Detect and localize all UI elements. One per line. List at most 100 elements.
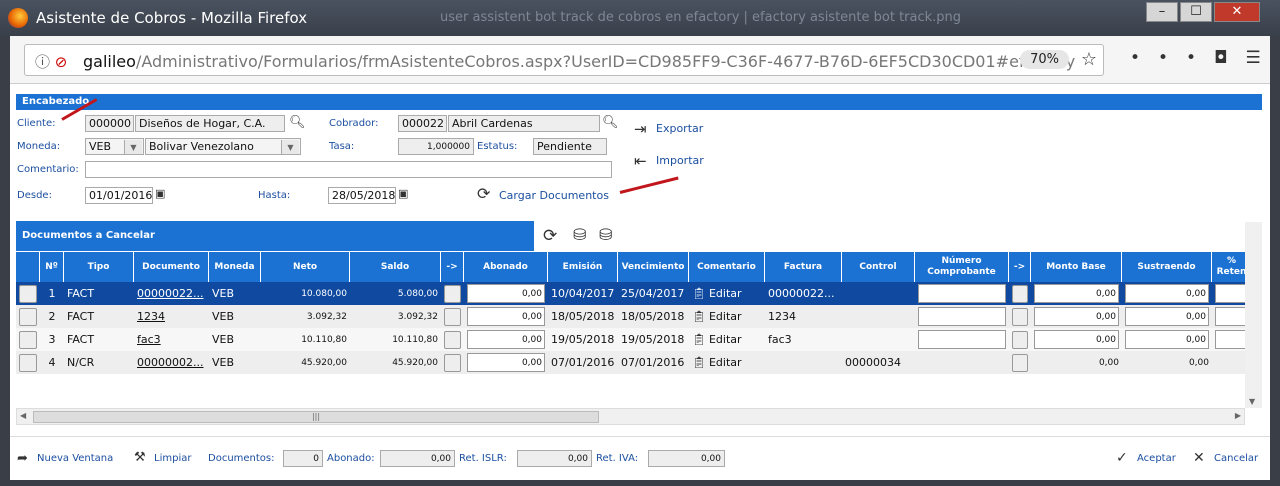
column-header[interactable]: % Reten (1212, 252, 1245, 282)
column-header[interactable]: -> (441, 252, 464, 282)
bookmark-star-icon[interactable]: ☆ (1081, 49, 1097, 70)
column-header[interactable]: Sustraendo (1122, 252, 1212, 282)
column-header[interactable]: Documento (134, 252, 209, 282)
exportar-button[interactable]: Exportar (656, 122, 703, 135)
clipboard-icon[interactable]: 📋︎ (692, 310, 706, 323)
moneda-name-select[interactable]: Bolivar Venezolano ▼ (145, 138, 301, 155)
search-cliente-icon[interactable]: 🔍︎ (289, 115, 306, 130)
aceptar-button[interactable]: Aceptar (1137, 453, 1176, 464)
horizontal-scrollbar[interactable]: ◀ ||| ▶ (16, 408, 1245, 425)
abonado-input[interactable]: 0,00 (467, 284, 545, 303)
clipboard-icon[interactable]: 📋︎ (692, 333, 706, 346)
numero-comprobante-input[interactable] (918, 330, 1006, 349)
vertical-scrollbar[interactable]: ▼ (1245, 222, 1262, 408)
clipboard-icon[interactable]: 📋︎ (692, 356, 706, 369)
more-icon[interactable]: ••• (1130, 48, 1214, 68)
copy-arrow-button[interactable] (1012, 353, 1028, 372)
share-arrow-icon[interactable]: ➦ (17, 451, 28, 466)
copy-arrow-button[interactable] (1012, 330, 1028, 349)
retencion-input[interactable] (1215, 307, 1245, 326)
editar-link[interactable]: Editar (709, 287, 742, 300)
calendar-icon[interactable]: ▣ (398, 187, 408, 200)
nueva-ventana-button[interactable]: Nueva Ventana (37, 453, 113, 464)
table-row[interactable]: 3 FACT fac3 VEB 10.110,80 10.110,80 0,00 19/05/… (16, 328, 1245, 351)
close-x-icon[interactable]: ✕ (1193, 450, 1205, 466)
retencion-input[interactable] (1215, 284, 1245, 303)
moneda-code-select[interactable]: VEB ▼ (85, 138, 144, 155)
search-cobrador-icon[interactable]: 🔍︎ (602, 115, 619, 130)
column-header[interactable]: Factura (765, 252, 842, 282)
row-select-checkbox[interactable] (19, 330, 37, 349)
cobrador-name-field[interactable]: Abril Cardenas (448, 115, 600, 132)
copy-arrow-button[interactable] (444, 330, 461, 349)
pocket-icon[interactable]: ◘ (1214, 48, 1245, 68)
menu-icon[interactable]: ☰ (1246, 48, 1279, 68)
minimize-button[interactable]: – (1146, 2, 1178, 22)
editar-link[interactable]: Editar (709, 356, 742, 369)
clipboard-icon[interactable]: 📋︎ (692, 287, 706, 300)
copy-arrow-button[interactable] (1012, 284, 1028, 303)
column-header[interactable] (16, 252, 40, 282)
column-header[interactable]: Neto (261, 252, 350, 282)
database-remove-icon[interactable]: ⛁ (599, 225, 612, 244)
monto_base-input[interactable]: 0,00 (1034, 284, 1119, 303)
refresh-grid-icon[interactable]: ⟳ (543, 226, 557, 246)
sustraendo-input[interactable]: 0,00 (1125, 284, 1209, 303)
numero-comprobante-input[interactable] (918, 307, 1006, 326)
numero-comprobante-input[interactable] (918, 284, 1006, 303)
column-header[interactable]: Control (842, 252, 915, 282)
column-header[interactable]: Saldo (350, 252, 441, 282)
copy-arrow-button[interactable] (1012, 307, 1028, 326)
column-header[interactable]: Tipo (64, 252, 134, 282)
documento-value[interactable]: 1234 (137, 310, 165, 323)
abonado-input[interactable]: 0,00 (467, 307, 545, 326)
cliente-code-field[interactable]: 000000 (85, 115, 134, 132)
zoom-level[interactable]: 70% (1020, 50, 1069, 69)
close-button[interactable]: ✕ (1214, 2, 1260, 22)
retencion-input[interactable] (1215, 330, 1245, 349)
documento-value[interactable]: fac3 (137, 333, 161, 346)
monto_base-input[interactable]: 0,00 (1034, 307, 1119, 326)
monto_base-input[interactable]: 0,00 (1034, 330, 1119, 349)
comentario-field[interactable] (85, 161, 612, 178)
copy-arrow-button[interactable] (444, 307, 461, 326)
editar-link[interactable]: Editar (709, 310, 742, 323)
table-row[interactable]: 4 N/CR 00000002... VEB 45.920,00 45.920,00 0,0… (16, 351, 1245, 374)
refresh-icon[interactable]: ⟳ (477, 184, 490, 203)
column-header[interactable]: Moneda (209, 252, 261, 282)
column-header[interactable]: Número Comprobante (915, 252, 1009, 282)
abonado-input[interactable]: 0,00 (467, 353, 545, 372)
database-icon[interactable]: ⛁ (573, 225, 586, 244)
cargar-documentos-button[interactable]: Cargar Documentos (499, 189, 609, 202)
sustraendo-input[interactable]: 0,00 (1125, 330, 1209, 349)
column-header[interactable]: Nº (40, 252, 64, 282)
sustraendo-input[interactable]: 0,00 (1125, 307, 1209, 326)
row-select-checkbox[interactable] (19, 353, 37, 372)
import-icon[interactable]: ⇤ (634, 152, 647, 170)
column-header[interactable]: Abonado (464, 252, 548, 282)
cobrador-code-field[interactable]: 000022 (398, 115, 447, 132)
info-icon[interactable]: ⓘ ⊘ (35, 51, 67, 72)
documento-value[interactable]: 00000022... (137, 287, 203, 300)
hasta-date-field[interactable]: 28/05/2018 (328, 187, 396, 204)
scroll-thumb[interactable]: ||| (33, 411, 599, 423)
importar-button[interactable]: Importar (656, 154, 704, 167)
column-header[interactable]: Monto Base (1031, 252, 1122, 282)
calendar-icon[interactable]: ▣ (155, 187, 165, 200)
column-header[interactable]: Vencimiento (618, 252, 689, 282)
documento-value[interactable]: 00000002... (137, 356, 203, 369)
broom-icon[interactable]: ⚒ (134, 450, 146, 465)
abonado-input[interactable]: 0,00 (467, 330, 545, 349)
limpiar-button[interactable]: Limpiar (154, 453, 191, 464)
row-select-checkbox[interactable] (19, 284, 37, 303)
cancelar-button[interactable]: Cancelar (1214, 453, 1258, 464)
column-header[interactable]: Emisión (548, 252, 618, 282)
cliente-name-field[interactable]: Diseños de Hogar, C.A. (135, 115, 285, 132)
export-icon[interactable]: ⇥ (634, 120, 647, 138)
table-row[interactable]: 2 FACT 1234 VEB 3.092,32 3.092,32 0,00 18/05/20… (16, 305, 1245, 328)
row-select-checkbox[interactable] (19, 307, 37, 326)
column-header[interactable]: Comentario (689, 252, 765, 282)
url-bar[interactable]: ⓘ ⊘ galileo/Administrativo/Formularios/f… (24, 44, 1104, 76)
editar-link[interactable]: Editar (709, 333, 742, 346)
copy-arrow-button[interactable] (444, 284, 461, 303)
